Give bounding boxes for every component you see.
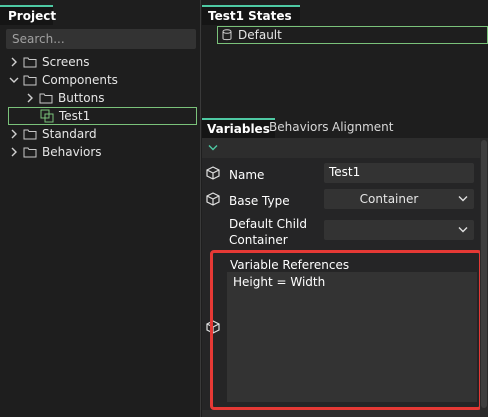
variable-references-highlight: Variable References Height = Width xyxy=(210,250,482,410)
chevron-down-icon[interactable] xyxy=(208,144,218,152)
category-collapse-bar[interactable] xyxy=(202,138,480,158)
component-icon xyxy=(40,109,54,123)
tree-item-screens[interactable]: Screens xyxy=(8,53,90,71)
chevron-down-icon xyxy=(458,196,468,202)
cube-icon xyxy=(206,192,220,206)
search-placeholder: Search... xyxy=(12,32,65,46)
property-default-child-row: Default Child Container xyxy=(202,215,480,249)
properties-panel: Name Test1 Base Type Container Default C… xyxy=(202,138,488,417)
states-panel: Test1 States Default xyxy=(202,0,488,113)
tab-label: Variables xyxy=(207,122,270,136)
chevron-right-icon[interactable] xyxy=(8,56,20,68)
next-category-bar xyxy=(202,410,480,417)
property-name-row: Name Test1 xyxy=(202,162,480,184)
property-base-type-row: Base Type Container xyxy=(202,189,480,211)
tree-item-label: Standard xyxy=(42,127,97,141)
properties-tabs: Variables Behaviors Alignment xyxy=(202,114,488,138)
project-tab[interactable]: Project xyxy=(0,5,57,25)
property-label: Base Type xyxy=(229,194,290,208)
property-label: Name xyxy=(229,168,265,182)
name-value: Test1 xyxy=(329,165,361,179)
folder-icon xyxy=(23,57,37,68)
name-field[interactable]: Test1 xyxy=(324,163,474,183)
tab-alignment[interactable]: Alignment xyxy=(327,118,398,138)
base-type-dropdown[interactable]: Container xyxy=(324,189,474,209)
chevron-down-icon[interactable] xyxy=(8,74,20,86)
variable-references-textarea[interactable]: Height = Width xyxy=(227,272,477,402)
tree-item-label: Buttons xyxy=(58,91,105,105)
variable-references-value: Height = Width xyxy=(233,275,326,289)
tree-item-standard[interactable]: Standard xyxy=(8,125,97,143)
scrollbar[interactable] xyxy=(480,138,488,417)
tree-item-buttons[interactable]: Buttons xyxy=(24,89,104,107)
state-item-default[interactable]: Default xyxy=(217,26,488,44)
search-input[interactable]: Search... xyxy=(6,29,196,49)
tree-item-components[interactable]: Components xyxy=(8,71,118,89)
tab-label: Alignment xyxy=(332,120,394,134)
folder-icon xyxy=(23,147,37,158)
tab-label: Behaviors xyxy=(269,120,329,134)
tree-item-label: Screens xyxy=(42,55,90,69)
property-label: Container xyxy=(229,233,288,247)
tab-behaviors[interactable]: Behaviors xyxy=(264,118,334,138)
states-tab[interactable]: Test1 States xyxy=(202,5,300,25)
states-tab-label: Test1 States xyxy=(208,9,292,23)
chevron-right-icon[interactable] xyxy=(24,92,36,104)
chevron-right-icon[interactable] xyxy=(8,146,20,158)
folder-icon xyxy=(23,75,37,86)
property-label: Default Child xyxy=(229,217,307,231)
project-panel: Project Search... Screens Components But… xyxy=(0,0,201,417)
state-item-label: Default xyxy=(238,28,282,42)
cube-icon xyxy=(206,166,220,180)
project-tab-label: Project xyxy=(8,9,57,23)
base-type-value: Container xyxy=(359,192,419,206)
tree-item-test1[interactable]: Test1 xyxy=(8,107,197,125)
tree-item-label: Test1 xyxy=(59,109,91,123)
tree-item-label: Behaviors xyxy=(42,145,102,159)
database-icon xyxy=(222,29,232,41)
folder-icon xyxy=(39,93,53,104)
chevron-down-icon xyxy=(458,227,468,233)
variable-references-label: Variable References xyxy=(230,258,350,272)
tree-item-behaviors[interactable]: Behaviors xyxy=(8,143,102,161)
chevron-right-icon[interactable] xyxy=(8,128,20,140)
default-child-dropdown[interactable] xyxy=(324,220,474,240)
folder-icon xyxy=(23,129,37,140)
tree-item-label: Components xyxy=(42,73,118,87)
scrollbar-thumb[interactable] xyxy=(481,140,487,408)
